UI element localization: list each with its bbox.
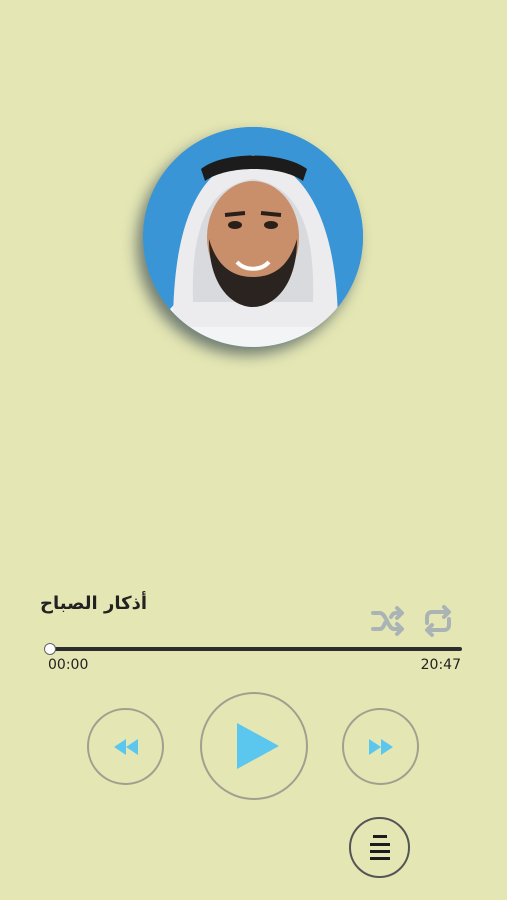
total-time: 20:47 <box>420 657 461 673</box>
seek-thumb[interactable] <box>44 643 56 655</box>
fast-forward-button[interactable] <box>342 708 419 785</box>
fast-forward-icon <box>368 738 393 755</box>
reciter-portrait-image <box>143 127 363 347</box>
reciter-avatar <box>143 127 363 347</box>
play-button[interactable] <box>200 692 308 800</box>
playlist-button[interactable] <box>349 817 410 878</box>
rewind-icon <box>113 738 138 755</box>
seek-bar[interactable] <box>48 647 462 651</box>
play-icon <box>237 723 279 769</box>
playlist-menu-icon <box>369 834 390 860</box>
rewind-button[interactable] <box>87 708 164 785</box>
shuffle-icon[interactable] <box>370 603 406 639</box>
current-time: 00:00 <box>48 657 89 673</box>
track-title: أذكار الصباح <box>39 593 147 614</box>
repeat-icon[interactable] <box>420 603 456 639</box>
